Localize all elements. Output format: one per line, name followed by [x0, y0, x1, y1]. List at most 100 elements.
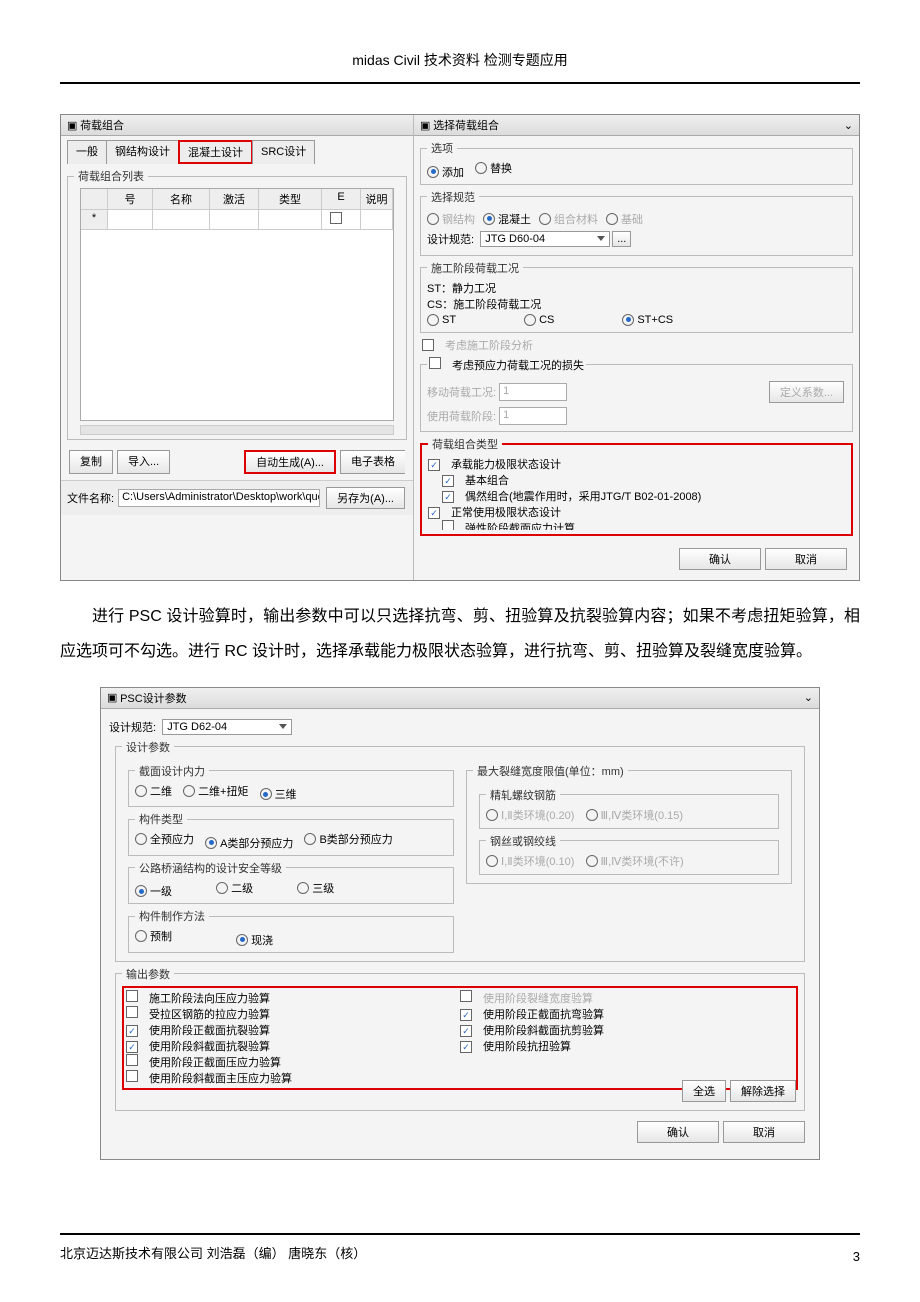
crack-limit-legend: 最大裂缝宽度限值(单位：mm) [473, 763, 628, 779]
collapse-icon[interactable]: ▣ [107, 691, 117, 704]
radio-2d[interactable]: 二维 [135, 783, 172, 799]
expand-icon[interactable]: ▣ [420, 119, 430, 132]
psc-spec-label: 设计规范: [109, 719, 156, 735]
design-tabs: 一般 钢结构设计 混凝土设计 SRC设计 [61, 136, 413, 164]
ok-button[interactable]: 确认 [679, 548, 761, 570]
collapse-icon[interactable]: ▣ [67, 119, 77, 132]
psc-ok-button[interactable]: 确认 [637, 1121, 719, 1143]
combo-list-fieldset: 荷载组合列表 号 名称 激活 类型 E 说明 * [67, 168, 407, 440]
radio-foundation: 基础 [606, 211, 643, 227]
cs-legend: 施工阶段荷载工况 [427, 260, 523, 276]
radio-cs[interactable]: CS [524, 314, 554, 326]
cancel-button[interactable]: 取消 [765, 548, 847, 570]
load-combination-dialog: ▣ 荷载组合 一般 钢结构设计 混凝土设计 SRC设计 荷载组合列表 号 名称 … [60, 114, 860, 581]
radio-rebar-env34: Ⅲ,Ⅳ类环境(0.15) [586, 807, 684, 823]
combo-table[interactable]: 号 名称 激活 类型 E 说明 * [80, 188, 394, 421]
radio-partial-a[interactable]: A类部分预应力 [205, 835, 293, 851]
radio-grade2[interactable]: 二级 [216, 880, 253, 896]
col-desc: 说明 [361, 189, 393, 209]
deselect-button[interactable]: 解除选择 [730, 1080, 796, 1102]
psc-title: PSC设计参数 [120, 690, 187, 706]
radio-steel: 钢结构 [427, 211, 475, 227]
psc-spec-dropdown[interactable]: JTG D62-04 [162, 719, 292, 735]
radio-concrete[interactable]: 混凝土 [483, 211, 531, 227]
option-fieldset: 选项 添加 替换 [420, 140, 853, 185]
design-spec-label: 设计规范: [427, 231, 474, 247]
check-out8[interactable] [460, 1009, 475, 1021]
check-out2[interactable] [126, 1006, 141, 1018]
col-active: 激活 [210, 189, 259, 209]
check-sls[interactable] [428, 507, 443, 519]
check-out3[interactable] [126, 1025, 141, 1037]
st-label: ST：静力工况 [427, 280, 846, 296]
combo-list-legend: 荷载组合列表 [74, 168, 148, 184]
check-out10[interactable] [460, 1041, 475, 1053]
radio-2d-torsion[interactable]: 二维+扭矩 [183, 783, 248, 799]
dialog-title-right: ▣ 选择荷载组合⌄ [414, 115, 859, 136]
check-prestress-loss[interactable] [429, 357, 444, 369]
h-scrollbar[interactable] [80, 425, 394, 435]
safety-grade-legend: 公路桥涵结构的设计安全等级 [135, 860, 286, 876]
internal-force-legend: 截面设计内力 [135, 763, 209, 779]
copy-button[interactable]: 复制 [69, 450, 113, 474]
radio-partial-b[interactable]: B类部分预应力 [304, 831, 392, 847]
define-coef-button[interactable]: 定义系数... [769, 381, 844, 403]
tab-src[interactable]: SRC设计 [252, 140, 315, 164]
psc-cancel-button[interactable]: 取消 [723, 1121, 805, 1143]
spreadsheet-button[interactable]: 电子表格 [340, 450, 405, 474]
radio-precast[interactable]: 预制 [135, 928, 172, 944]
move-load-label: 移动荷载工况: [427, 384, 496, 400]
psc-params-dialog: ▣ PSC设计参数⌄ 设计规范: JTG D62-04 设计参数 截面设计内力 … [100, 687, 820, 1160]
check-basic[interactable] [442, 475, 457, 487]
save-as-button[interactable]: 另存为(A)... [326, 487, 405, 509]
check-out6[interactable] [126, 1070, 141, 1082]
spec-more-button[interactable]: ... [612, 231, 631, 247]
col-marker [81, 189, 108, 209]
member-type-legend: 构件类型 [135, 811, 187, 827]
check-uls[interactable] [428, 459, 443, 471]
tab-general[interactable]: 一般 [67, 140, 107, 164]
collapse-arrow-icon[interactable]: ⌄ [844, 119, 853, 132]
radio-grade3[interactable]: 三级 [297, 880, 334, 896]
file-path-input[interactable]: C:\Users\Administrator\Desktop\work\ques… [118, 489, 320, 507]
auto-generate-button[interactable]: 自动生成(A)... [244, 450, 336, 474]
check-accidental[interactable] [442, 491, 457, 503]
check-out4[interactable] [126, 1041, 141, 1053]
radio-wire-env34: Ⅲ,Ⅳ类环境(不许) [586, 853, 684, 869]
dialog-title-left: ▣ 荷载组合 [61, 115, 413, 136]
header-rule [60, 82, 860, 84]
col-name: 名称 [153, 189, 210, 209]
page-header: midas Civil 技术资料 检测专题应用 [60, 50, 860, 70]
radio-add[interactable]: 添加 [427, 164, 464, 180]
check-out9[interactable] [460, 1025, 475, 1037]
radio-wire-env12: Ⅰ,Ⅱ类环境(0.10) [486, 853, 574, 869]
check-elastic[interactable] [442, 520, 457, 530]
chevron-down-icon [597, 236, 605, 241]
check-out5[interactable] [126, 1054, 141, 1066]
radio-replace[interactable]: 替换 [475, 160, 512, 176]
radio-composite: 组合材料 [539, 211, 598, 227]
radio-full-prestress[interactable]: 全预应力 [135, 831, 194, 847]
select-all-button[interactable]: 全选 [682, 1080, 726, 1102]
output-param-fieldset: 输出参数 施工阶段法向压应力验算 受拉区钢筋的拉应力验算 使用阶段正截面抗裂验算… [115, 966, 805, 1111]
radio-stcs[interactable]: ST+CS [622, 314, 673, 326]
spec-legend: 选择规范 [427, 189, 479, 205]
chevron-down-icon [279, 724, 287, 729]
import-button[interactable]: 导入... [117, 450, 170, 474]
collapse-arrow-icon[interactable]: ⌄ [804, 691, 813, 704]
page-number: 3 [853, 1249, 860, 1264]
page-footer: 北京迈达斯技术有限公司 刘浩磊（编） 唐晓东（核） 3 [60, 1233, 860, 1262]
combo-type-legend: 荷载组合类型 [428, 436, 502, 452]
radio-cast[interactable]: 现浇 [236, 932, 273, 948]
option-legend: 选项 [427, 140, 457, 156]
radio-3d[interactable]: 三维 [260, 786, 297, 802]
radio-grade1[interactable]: 一级 [135, 883, 172, 899]
combo-type-fieldset: 荷载组合类型 承载能力极限状态设计 基本组合 偶然组合(地震作用时，采用JTG/… [420, 436, 853, 536]
check-out1[interactable] [126, 990, 141, 1002]
radio-st[interactable]: ST [427, 314, 456, 326]
tab-steel[interactable]: 钢结构设计 [106, 140, 179, 164]
e-checkbox[interactable] [330, 212, 345, 224]
body-paragraph: 进行 PSC 设计验算时，输出参数中可以只选择抗弯、剪、扭验算及抗裂验算内容；如… [60, 599, 860, 669]
tab-concrete[interactable]: 混凝土设计 [178, 140, 253, 164]
design-spec-dropdown[interactable]: JTG D60-04 [480, 231, 610, 247]
